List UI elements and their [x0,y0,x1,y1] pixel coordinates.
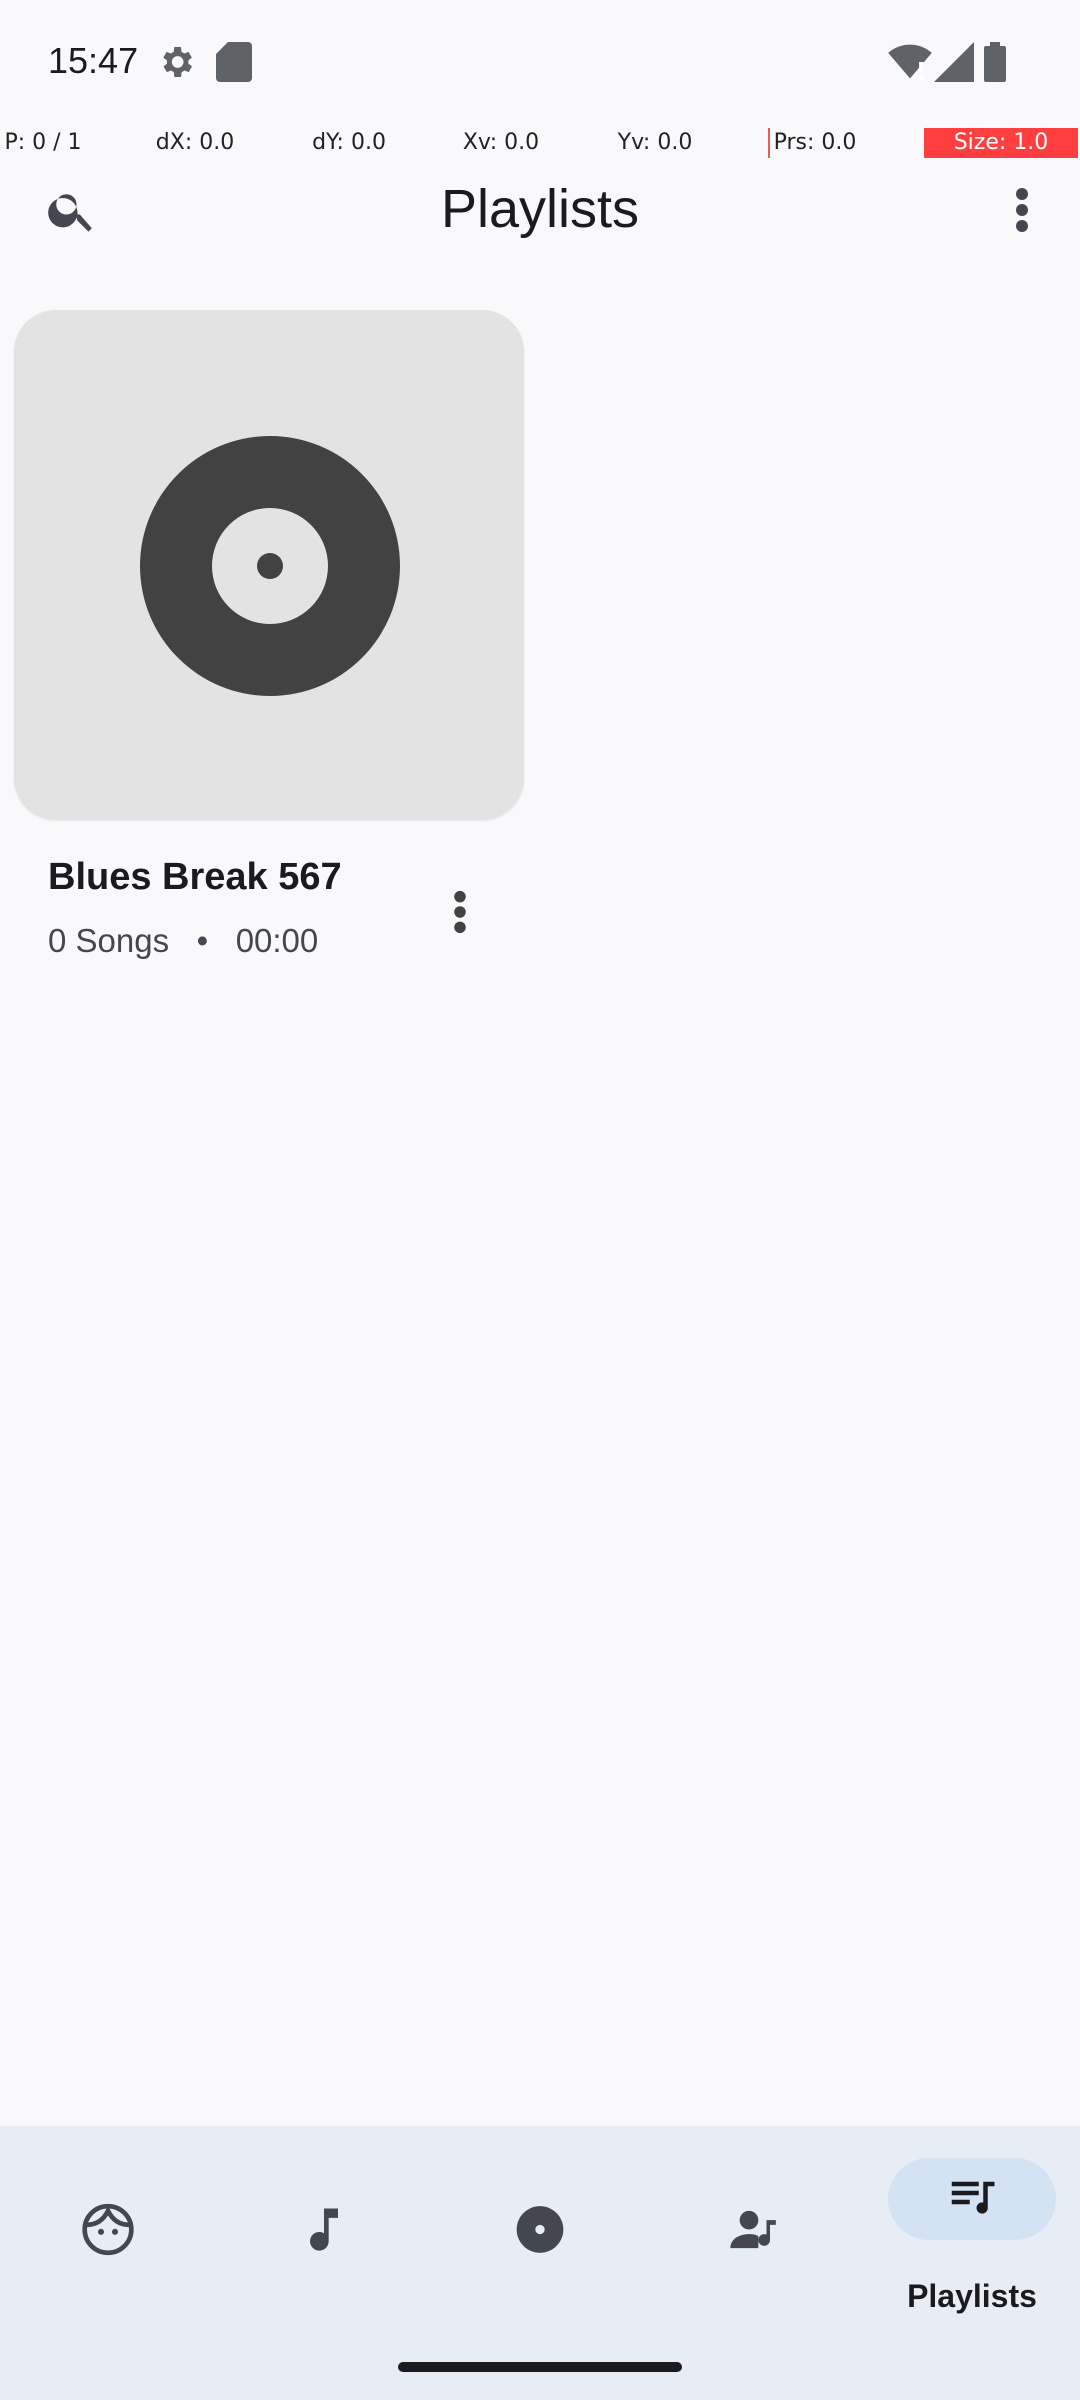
settings-gear-icon [156,42,196,87]
status-bar: 15:47 [0,0,1080,128]
album-icon [512,2202,568,2263]
more-vert-icon[interactable] [982,170,1062,250]
status-time: 15:47 [48,40,139,81]
pointer-location-bar: P: 0 / 1 dX: 0.0 dY: 0.0 Xv: 0.0 Yv: 0.0… [0,128,1080,158]
nav-item-playlists[interactable]: Playlists [864,2126,1080,2326]
pointer-count: P: 0 / 1 [4,130,82,155]
top-app-bar: Playlists [0,160,1080,260]
playlist-more-button[interactable] [420,880,500,944]
playlist-card[interactable] [14,310,524,820]
bottom-navigation: Playlists [0,2126,1080,2400]
artist-icon [728,2202,784,2263]
playlist-duration: 00:00 [235,922,319,959]
nav-item-songs[interactable] [216,2126,432,2326]
playlist-song-count: 0 Songs [48,922,170,959]
nav-item-for-you[interactable] [0,2126,216,2326]
battery-icon [984,42,1006,87]
playlist-meta-separator: • [196,922,209,959]
playlist-meta: 0 Songs • 00:00 [48,922,318,960]
playlist-icon [945,2171,999,2230]
pointer-dx: dX: 0.0 [155,130,235,155]
face-icon [80,2202,136,2263]
pointer-xv: Xv: 0.0 [462,130,540,155]
nav-item-albums[interactable] [432,2126,648,2326]
pointer-yv: Yv: 0.0 [617,130,693,155]
wifi-alert-icon [888,42,932,87]
pointer-pressure: Prs: 0.0 [773,130,857,155]
more-vert-icon [454,890,466,934]
pointer-dy: dY: 0.0 [312,130,386,155]
nav-item-artists[interactable] [648,2126,864,2326]
cell-signal-icon [934,42,974,87]
nav-label-playlists: Playlists [907,2278,1037,2314]
music-note-icon [296,2202,352,2263]
home-indicator[interactable] [398,2362,682,2372]
album-art-icon [14,310,524,820]
page-title: Playlists [440,179,640,239]
sd-card-icon [216,42,252,87]
pointer-size: Size: 1.0 [924,128,1078,158]
playlist-title: Blues Break 567 [48,856,342,898]
